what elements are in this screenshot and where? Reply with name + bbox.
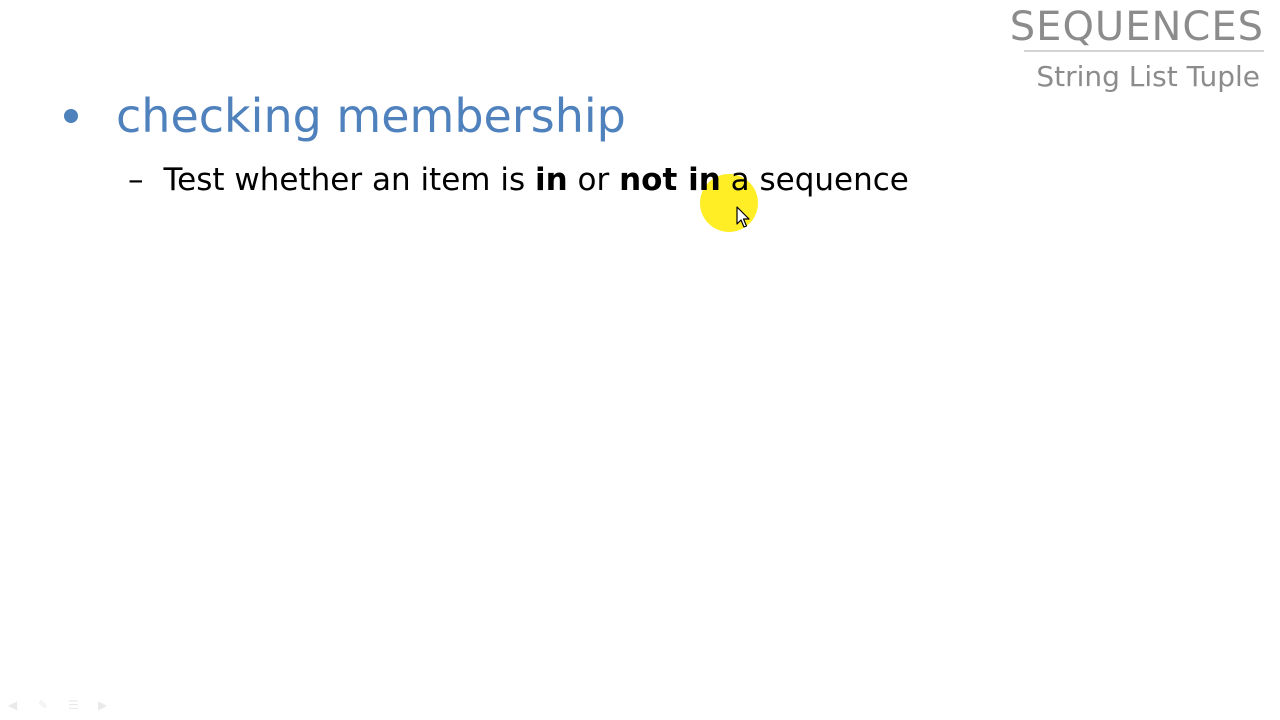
slide-nav-controls: ◀ ✎ ☰ ▶ [8, 699, 114, 711]
mouse-pointer-icon [736, 206, 750, 228]
dash-marker: – [128, 162, 144, 198]
next-slide-icon[interactable]: ▶ [98, 699, 114, 711]
sub-bullet: – Test whether an item is in or not in a… [128, 160, 909, 200]
header-divider [1024, 50, 1264, 52]
bullet-text: checking membership [116, 89, 626, 143]
sub-bullet-keyword-not-in: not in [619, 162, 721, 198]
sub-bullet-text-2: or [567, 162, 620, 198]
sub-bullet-text-1: Test whether an item is [163, 162, 535, 198]
sub-bullet-text-3: a sequence [720, 162, 909, 198]
pen-icon[interactable]: ✎ [38, 699, 54, 711]
menu-icon[interactable]: ☰ [68, 699, 84, 711]
sub-bullet-keyword-in: in [534, 162, 568, 198]
bullet-dot-icon [64, 109, 78, 123]
section-header: SEQUENCES String List Tuple [1010, 4, 1264, 94]
section-subtitle: String List Tuple [1036, 60, 1260, 93]
section-title: SEQUENCES [1009, 4, 1264, 50]
main-bullet: checking membership [64, 88, 626, 144]
previous-slide-icon[interactable]: ◀ [8, 699, 24, 711]
presentation-slide: SEQUENCES String List Tuple checking mem… [0, 0, 1280, 720]
